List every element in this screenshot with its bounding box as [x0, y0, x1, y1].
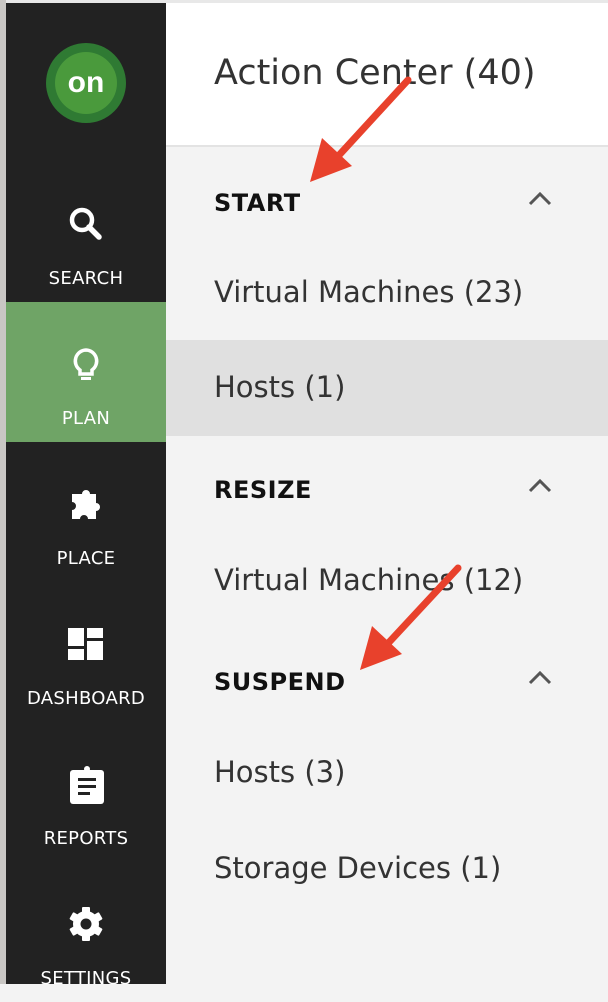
- sidebar-item-settings[interactable]: SETTINGS: [6, 862, 166, 1002]
- chevron-up-icon[interactable]: [528, 476, 552, 496]
- logo-text: on: [55, 52, 117, 114]
- list-item[interactable]: Hosts (3): [166, 725, 608, 821]
- sidebar-item-plan[interactable]: PLAN: [6, 302, 166, 442]
- action-center-panel: Action Center (40) START Virtual Machine…: [166, 3, 608, 984]
- sidebar-item-label: PLAN: [61, 408, 111, 429]
- sidebar-item-reports[interactable]: REPORTS: [6, 722, 166, 862]
- section-resize[interactable]: RESIZE: [166, 436, 608, 536]
- gear-icon: [69, 907, 103, 941]
- list-item[interactable]: Virtual Machines (23): [166, 245, 608, 341]
- sidebar-item-label: SEARCH: [48, 268, 124, 289]
- sidebar-item-label: PLACE: [56, 548, 116, 569]
- sidebar-item-dashboard[interactable]: DASHBOARD: [6, 582, 166, 722]
- clipboard-icon: [70, 766, 104, 804]
- section-label: START: [214, 189, 301, 217]
- puzzle-icon: [72, 490, 100, 519]
- sidebar-item-place[interactable]: PLACE: [6, 442, 166, 582]
- search-icon: [69, 207, 102, 240]
- page-title: Action Center (40): [214, 53, 536, 93]
- chevron-up-icon[interactable]: [528, 189, 552, 209]
- sidebar-item-label: DASHBOARD: [26, 688, 146, 709]
- chevron-up-icon[interactable]: [528, 668, 552, 688]
- header: Action Center (40): [166, 3, 608, 147]
- list-item[interactable]: Storage Devices (1): [166, 821, 608, 917]
- lightbulb-icon: [73, 348, 99, 380]
- turbonomic-logo[interactable]: on: [46, 43, 126, 123]
- list-item[interactable]: Virtual Machines (12): [166, 533, 608, 629]
- sidebar-item-label: SETTINGS: [40, 968, 132, 989]
- section-start[interactable]: START: [166, 149, 608, 249]
- section-label: RESIZE: [214, 476, 312, 504]
- list-item-selected[interactable]: Hosts (1): [166, 340, 608, 436]
- dashboard-icon: [68, 628, 103, 660]
- section-suspend[interactable]: SUSPEND: [166, 628, 608, 728]
- sidebar: on SEARCH PLAN PLACE DASHBOARD REPORTS S…: [6, 3, 166, 989]
- section-label: SUSPEND: [214, 668, 346, 696]
- sidebar-item-search[interactable]: SEARCH: [6, 162, 166, 302]
- sidebar-item-label: REPORTS: [43, 828, 129, 849]
